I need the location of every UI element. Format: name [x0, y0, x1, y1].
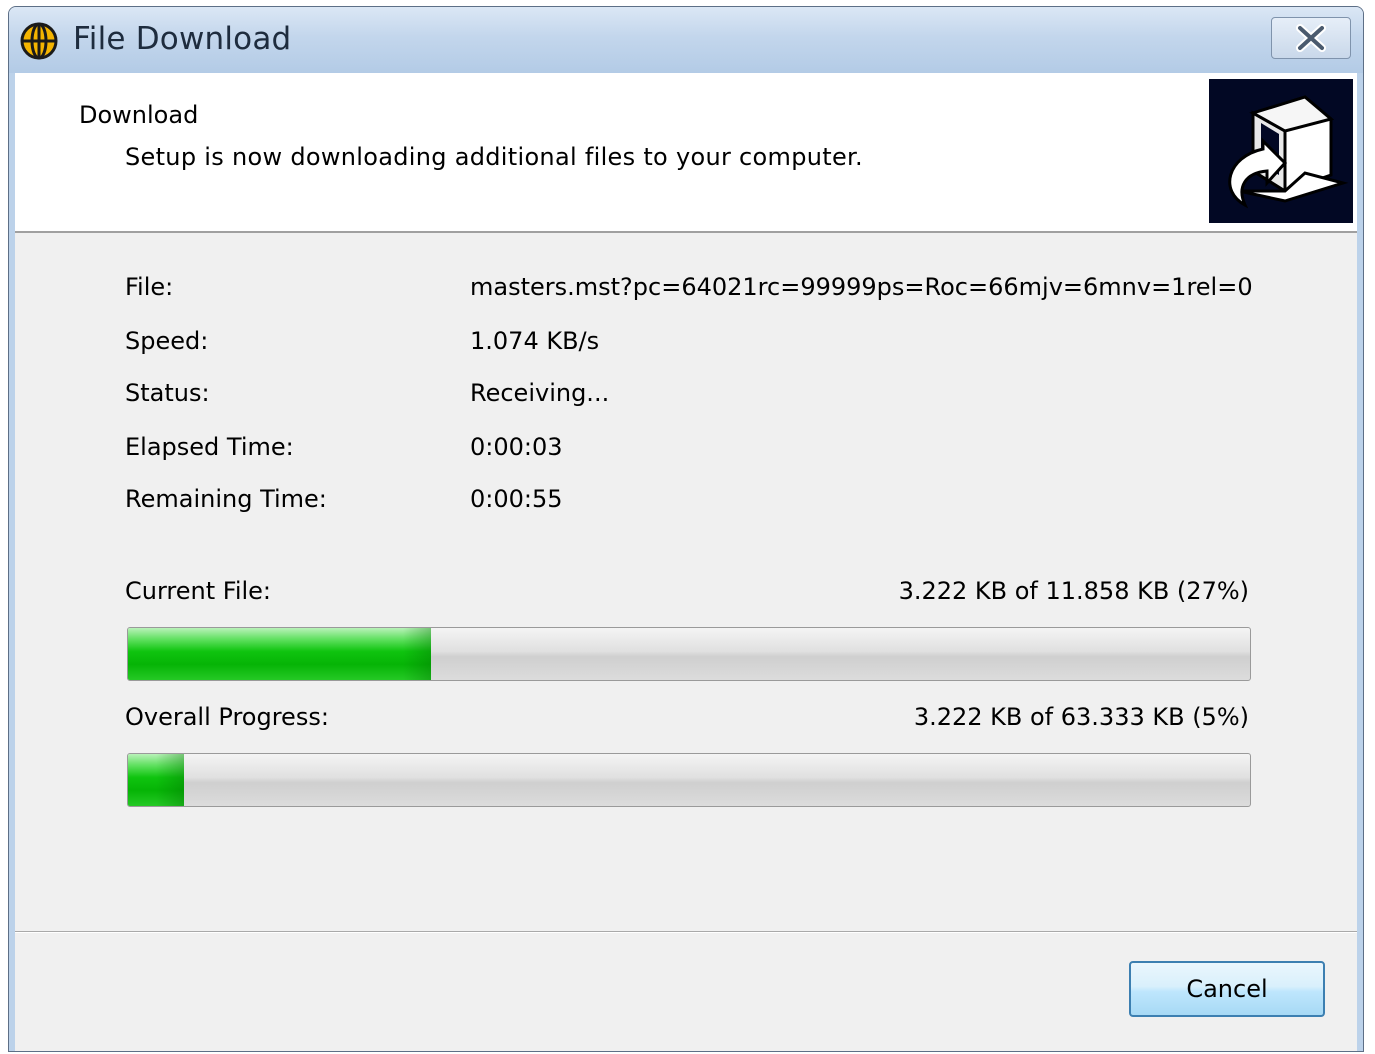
- current-file-amount: 3.222 KB of 11.858 KB (27%): [898, 577, 1249, 605]
- file-download-dialog: File Download Download Setup is now down…: [8, 6, 1364, 1052]
- overall-progress-label: Overall Progress:: [125, 703, 329, 731]
- current-file-label: Current File:: [125, 577, 272, 605]
- close-button[interactable]: [1271, 17, 1351, 59]
- overall-progress-amount: 3.222 KB of 63.333 KB (5%): [913, 703, 1249, 731]
- remaining-time-value: 0:00:55: [470, 485, 563, 513]
- status-value: Receiving...: [470, 379, 610, 407]
- footer-divider: [15, 931, 1357, 933]
- globe-icon: [20, 22, 58, 60]
- window-title: File Download: [73, 21, 292, 57]
- speed-value: 1.074 KB/s: [470, 327, 600, 355]
- file-label: File:: [125, 273, 174, 301]
- header-subtitle: Setup is now downloading additional file…: [125, 143, 863, 171]
- header-title: Download: [79, 101, 199, 129]
- close-icon: [1296, 24, 1326, 52]
- overall-progress-bar: [127, 753, 1251, 807]
- current-file-progress-fill: [128, 628, 431, 680]
- remaining-time-label: Remaining Time:: [125, 485, 327, 513]
- title-bar[interactable]: File Download: [9, 7, 1363, 73]
- computer-download-icon: [1209, 79, 1353, 223]
- file-value: masters.mst?pc=64021rc=99999ps=Roc=66mjv…: [470, 273, 1253, 301]
- current-file-progress-bar: [127, 627, 1251, 681]
- elapsed-time-value: 0:00:03: [470, 433, 563, 461]
- dialog-header: Download Setup is now downloading additi…: [15, 73, 1357, 233]
- overall-progress-fill: [128, 754, 185, 806]
- speed-label: Speed:: [125, 327, 209, 355]
- dialog-body: Download Setup is now downloading additi…: [15, 73, 1357, 1051]
- elapsed-time-label: Elapsed Time:: [125, 433, 294, 461]
- status-label: Status:: [125, 379, 210, 407]
- cancel-button[interactable]: Cancel: [1129, 961, 1325, 1017]
